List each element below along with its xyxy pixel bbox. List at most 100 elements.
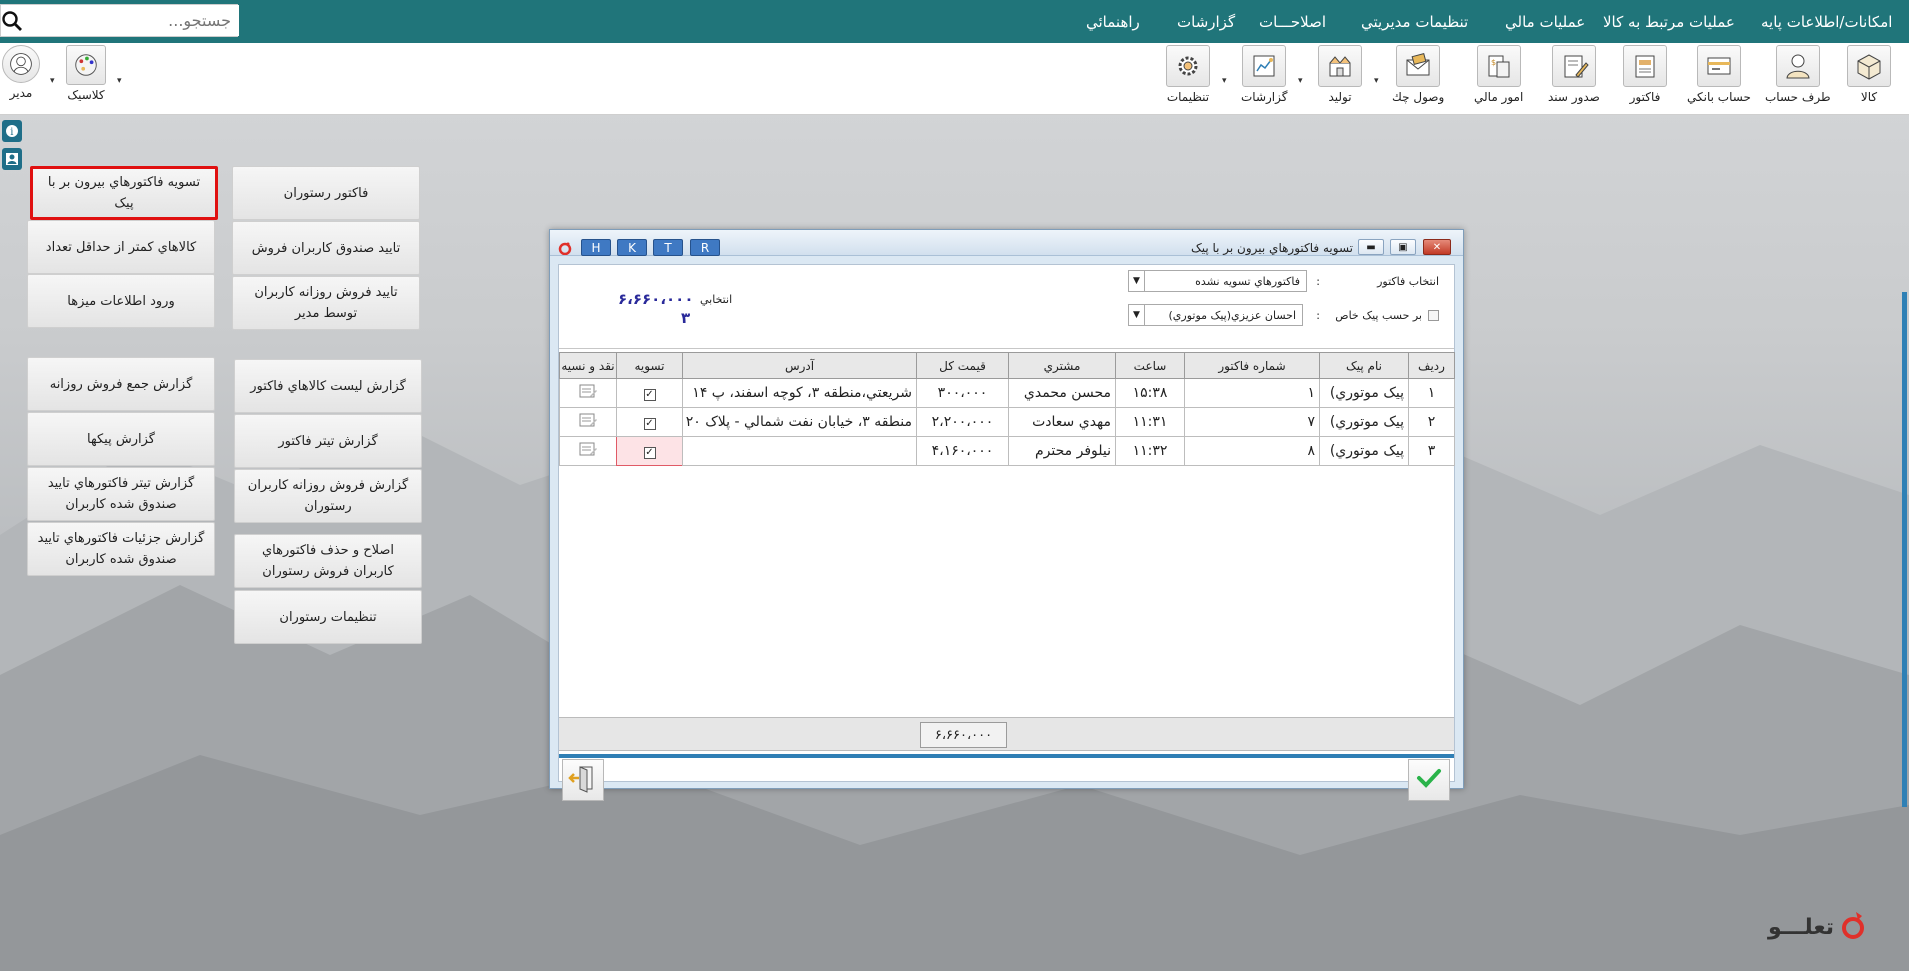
address [682, 436, 917, 466]
invoice-items-report-button[interactable]: گزارش ليست کالاهاي فاکتور [234, 359, 422, 413]
settled-checkbox[interactable]: ✓ [643, 447, 656, 459]
table-info-button[interactable]: ورود اطلاعات ميزها [27, 274, 215, 328]
row-number: ۲ [1408, 407, 1455, 437]
restaurant-invoice-button[interactable]: فاکتور رستوران [232, 166, 420, 220]
confirm-cashbox-button[interactable]: تاييد صندوق کاربران فروش [232, 221, 420, 275]
minimize-icon: ▬ [1366, 241, 1376, 253]
hotkey-k-button[interactable]: K [617, 239, 647, 256]
approved-detail-report-button[interactable]: گزارش جزئيات فاکتورهاي تاييد صندوق شده ک… [27, 522, 215, 576]
confirm-button[interactable] [1408, 759, 1450, 801]
toolbar-reports[interactable]: گزارشات [1241, 45, 1287, 104]
col-cash-credit[interactable]: نقد و نسيه [559, 352, 617, 379]
table-row[interactable]: ۳ پيک موتوري) ۸ ۱۱:۳۲ نيلوفر محترم ۴،۱۶۰… [559, 436, 1455, 466]
menu-help[interactable]: راهنمائي [1086, 0, 1140, 43]
chevron-down-icon[interactable]: ▾ [1374, 76, 1379, 86]
minimize-button[interactable]: ▬ [1358, 239, 1384, 255]
confirm-daily-sales-button[interactable]: تاييد فروش روزانه کاربران توسط مدير [232, 276, 420, 330]
search-input[interactable] [23, 5, 239, 36]
palette-icon [66, 45, 106, 85]
courier-filter-checkbox[interactable] [1428, 310, 1439, 321]
address: شريعتي،منطقه ۳، کوچه اسفند، پ ۱۴ [682, 378, 917, 408]
toolbar-goods[interactable]: کالا [1847, 45, 1891, 104]
menu-reports[interactable]: گزارشات [1177, 0, 1235, 43]
table-row[interactable]: ۲ پيک موتوري) ۷ ۱۱:۳۱ مهدي سعادت ۲،۲۰۰،۰… [559, 407, 1455, 437]
courier-filter-label: بر حسب پيک خاص [1335, 309, 1422, 322]
toolbar-settings[interactable]: تنظيمات [1166, 45, 1210, 104]
customer-name: نيلوفر محترم [1008, 436, 1116, 466]
menu-corrections[interactable]: اصلاحـــات [1259, 0, 1326, 43]
col-time[interactable]: ساعت [1115, 352, 1185, 379]
col-total-price[interactable]: قيمت کل [916, 352, 1009, 379]
total-price: ۳۰۰،۰۰۰ [916, 378, 1009, 408]
menu-financial-ops[interactable]: عمليات مالي [1505, 0, 1585, 43]
info-icon[interactable]: i [2, 120, 22, 142]
total-price: ۴،۱۶۰،۰۰۰ [916, 436, 1009, 466]
main-toolbar: کالا طرف حساب حساب بانکي فاکتور صدور سند… [0, 43, 1909, 115]
table-row[interactable]: ۱ پيک موتوري) ۱ ۱۵:۳۸ محسن محمدي ۳۰۰،۰۰۰… [559, 378, 1455, 408]
edit-delete-invoices-button[interactable]: اصلاح و حذف فاکتورهاي کاربران فروش رستور… [234, 534, 422, 588]
courier-report-button[interactable]: گزارش پيکها [27, 412, 215, 466]
menu-basic-info[interactable]: امکانات/اطلاعات پايه [1761, 0, 1892, 43]
approved-header-report-button[interactable]: گزارش تيتر فاکتورهاي تاييد صندوق شده کار… [27, 467, 215, 521]
close-button[interactable]: ✕ [1423, 239, 1451, 255]
hotkey-t-button[interactable]: T [653, 239, 683, 256]
hotkey-r-button[interactable]: R [690, 239, 720, 256]
menu-goods-ops[interactable]: عمليات مرتبط به کالا [1603, 0, 1735, 43]
row-number: ۱ [1408, 378, 1455, 408]
col-address[interactable]: آدرس [682, 352, 917, 379]
chart-report-icon [1242, 45, 1287, 87]
edit-note-icon[interactable] [578, 384, 598, 403]
edit-note-icon[interactable] [578, 442, 598, 461]
col-settled[interactable]: تسويه [616, 352, 683, 379]
col-row-number[interactable]: رديف [1408, 352, 1455, 379]
invoice-number: ۸ [1184, 436, 1320, 466]
toolbar-bank-account[interactable]: حساب بانکي [1687, 45, 1751, 104]
courier-name: پيک موتوري) [1319, 407, 1409, 437]
invoice-filter-select[interactable]: فاکتورهاي تسويه نشده ▼ [1128, 270, 1307, 292]
selected-amount: ۶،۶۶۰،۰۰۰ [618, 290, 694, 308]
toolbar-receive-check[interactable]: وصول چك [1392, 45, 1444, 104]
col-customer[interactable]: مشتري [1008, 352, 1116, 379]
user-daily-report-button[interactable]: گزارش فروش روزانه کاربران رستوران [234, 469, 422, 523]
calculator-icon: $ [1476, 45, 1521, 87]
chevron-down-icon[interactable]: ▾ [1222, 76, 1227, 86]
toolbar-financial-affairs[interactable]: $ امور مالي [1474, 45, 1523, 104]
toolbar-account-party[interactable]: طرف حساب [1765, 45, 1831, 104]
toolbar-classic[interactable]: کلاسيک [66, 45, 106, 102]
invoice-header-report-button[interactable]: گزارش تيتر فاکتور [234, 414, 422, 468]
courier-select[interactable]: احسان عزيزي(پيک موتوري) ▼ [1128, 304, 1303, 326]
bank-card-icon [1696, 45, 1741, 87]
settle-courier-invoices-button[interactable]: تسويه فاکتورهاي بيرون بر با پيک [30, 166, 218, 220]
search-icon[interactable] [1, 6, 23, 36]
col-invoice-number[interactable]: شماره فاکتور [1184, 352, 1320, 379]
invoice-time: ۱۱:۳۲ [1115, 436, 1185, 466]
chevron-down-icon[interactable]: ▼ [1129, 271, 1145, 291]
chevron-down-icon[interactable]: ▾ [117, 76, 122, 86]
chevron-down-icon[interactable]: ▾ [50, 76, 55, 86]
menu-admin-settings[interactable]: تنظيمات مديريتي [1361, 0, 1468, 43]
user-card-icon[interactable] [2, 148, 22, 170]
low-stock-button[interactable]: کالاهاي کمتر از حداقل تعداد [27, 220, 215, 274]
edit-note-icon[interactable] [578, 413, 598, 432]
toolbar-issue-document[interactable]: صدور سند [1548, 45, 1600, 104]
courier-select-value: احسان عزيزي(پيک موتوري) [1168, 308, 1296, 322]
invoice-time: ۱۱:۳۱ [1115, 407, 1185, 437]
restaurant-settings-button[interactable]: تنظيمات رستوران [234, 590, 422, 644]
chevron-down-icon[interactable]: ▾ [1298, 76, 1303, 86]
hotkey-h-button[interactable]: H [581, 239, 611, 256]
toolbar-production[interactable]: توليد [1318, 45, 1362, 104]
toolbar-admin[interactable]: مدير [2, 45, 40, 100]
maximize-button[interactable]: ▣ [1390, 239, 1416, 255]
right-scrollbar[interactable] [1902, 292, 1907, 807]
settled-checkbox[interactable]: ✓ [643, 418, 656, 430]
toolbar-invoice[interactable]: فاکتور [1623, 45, 1667, 104]
chevron-down-icon[interactable]: ▼ [1129, 305, 1145, 325]
settled-checkbox[interactable]: ✓ [643, 389, 656, 401]
document-pen-icon [1551, 45, 1596, 87]
button-bar-divider [559, 754, 1454, 758]
address: منطقه ۳، خيابان نفت شمالي - پلاک ۲۰ [682, 407, 917, 437]
maximize-icon: ▣ [1398, 241, 1408, 253]
col-courier-name[interactable]: نام پيک [1319, 352, 1409, 379]
exit-button[interactable] [562, 759, 604, 801]
daily-total-report-button[interactable]: گزارش جمع فروش روزانه [27, 357, 215, 411]
